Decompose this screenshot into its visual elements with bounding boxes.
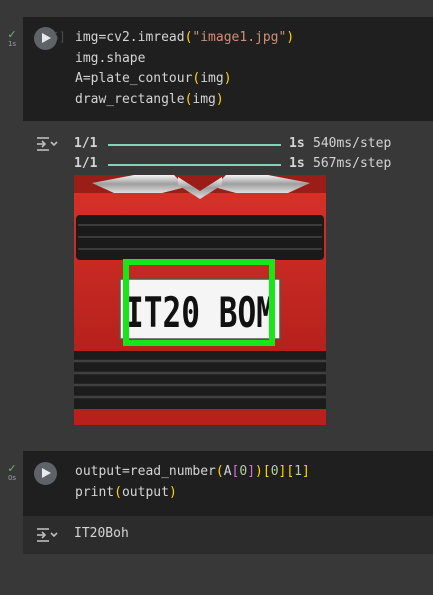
code-token: ) xyxy=(215,91,224,107)
code-line: A=plate_contour(img) xyxy=(75,69,294,90)
code-token: [ xyxy=(262,464,271,479)
cell-2-output: IT20Boh xyxy=(23,516,433,554)
play-icon xyxy=(42,33,51,43)
code-token: img xyxy=(200,71,224,86)
code-token: ) xyxy=(223,71,232,86)
progress-line: 1/1 1s 540ms/step xyxy=(74,135,391,153)
code-line: img.shape xyxy=(75,49,294,70)
code-token: [ xyxy=(286,464,295,479)
check-icon: ✓ xyxy=(7,462,17,475)
run-cell-1-button[interactable] xyxy=(34,27,57,50)
code-token: ( xyxy=(114,484,122,500)
code-token: print xyxy=(75,484,115,500)
progress-step-time: 567ms/step xyxy=(313,156,392,171)
printed-output: IT20Boh xyxy=(74,526,129,541)
code-token: 1 xyxy=(294,464,302,479)
output-image-car-plate: IT20 BOM xyxy=(74,175,326,425)
code-token: output xyxy=(121,484,169,500)
progress-count: 1/1 xyxy=(74,156,98,171)
code-cell-2[interactable]: output=read_number(A[0])[0][1] print(outp… xyxy=(23,451,433,516)
run-cell-2-button[interactable] xyxy=(34,462,57,485)
code-token: img=cv2.imread xyxy=(75,30,185,45)
code-token: ) xyxy=(168,484,177,500)
code-token: ] xyxy=(247,464,256,479)
code-token: img.shape xyxy=(75,50,146,66)
code-cell-1[interactable]: [25] img=cv2.imread("image1.jpg")img.sha… xyxy=(23,17,433,121)
code-token: ) xyxy=(286,30,295,45)
play-icon xyxy=(42,468,51,478)
cell-2-exec-time: 0s xyxy=(7,474,17,482)
progress-step-time: 540ms/step xyxy=(313,136,392,151)
progress-duration: 1s xyxy=(289,136,305,151)
code-token: img xyxy=(192,91,216,107)
cell-2-status: ✓ 0s xyxy=(3,463,21,483)
progress-count: 1/1 xyxy=(74,136,98,151)
plate-text: IT20 BOM xyxy=(125,288,275,337)
code-token: A=plate_contour xyxy=(75,71,193,86)
cell-1-exec-time: 1s xyxy=(7,40,17,48)
cell-1-code[interactable]: img=cv2.imread("image1.jpg") img.shape A=p… xyxy=(75,28,294,110)
code-token: ( xyxy=(215,464,224,479)
code-line: draw_rectangle(img) xyxy=(75,90,294,111)
code-token: 0 xyxy=(270,464,279,479)
code-token: ) xyxy=(255,464,263,479)
output-collapse-icon[interactable] xyxy=(36,135,58,153)
progress-duration: 1s xyxy=(289,156,305,171)
code-line: output=read_number(A[0])[0][1] xyxy=(75,462,310,483)
progress-line: 1/1 1s 567ms/step xyxy=(74,155,391,173)
code-token: "image1.jpg" xyxy=(192,30,287,45)
code-token: ] xyxy=(302,464,310,479)
check-icon: ✓ xyxy=(7,28,17,41)
cell-1-status: ✓ 1s xyxy=(3,29,21,49)
output-collapse-icon[interactable] xyxy=(36,526,58,544)
cell-2-code[interactable]: output=read_number(A[0])[0][1] print(outp… xyxy=(75,462,310,503)
code-line: print(output) xyxy=(75,483,310,504)
progress-bar xyxy=(108,164,281,166)
code-token: A xyxy=(223,464,232,479)
code-token: output=read_number xyxy=(75,464,216,479)
code-line: img=cv2.imread("image1.jpg") xyxy=(75,28,294,49)
progress-bar xyxy=(108,144,281,146)
code-token: draw_rectangle xyxy=(75,91,185,107)
